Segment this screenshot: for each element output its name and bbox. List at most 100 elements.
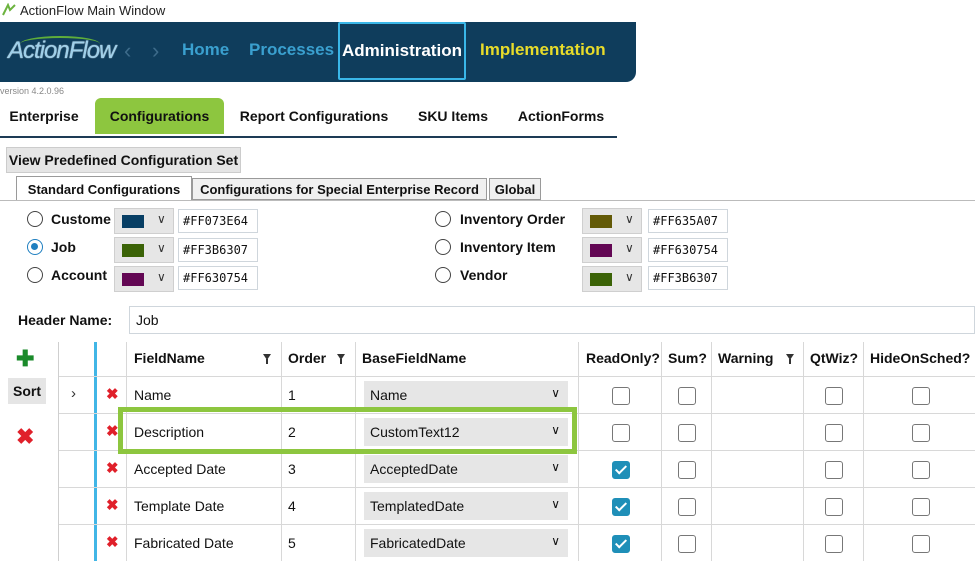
label-custome: Custome: [51, 211, 111, 227]
sum-checkbox[interactable]: [678, 461, 696, 479]
basefieldname-select[interactable]: FabricatedDate ∨: [364, 529, 568, 557]
forward-arrow-icon[interactable]: ›: [152, 38, 159, 64]
window-title: ActionFlow Main Window: [20, 3, 166, 18]
back-arrow-icon[interactable]: ‹: [124, 38, 131, 64]
cell-fieldname[interactable]: Template Date: [134, 498, 224, 514]
sum-checkbox[interactable]: [678, 498, 696, 516]
sort-button[interactable]: Sort: [8, 378, 46, 404]
hideonsched-checkbox[interactable]: [912, 535, 930, 553]
col-header-fieldname[interactable]: FieldName: [134, 350, 205, 366]
nav-administration[interactable]: Administration: [338, 22, 466, 80]
basefieldname-select[interactable]: AcceptedDate ∨: [364, 455, 568, 483]
cell-fieldname[interactable]: Accepted Date: [134, 461, 226, 477]
readonly-checkbox[interactable]: [612, 387, 630, 405]
view-predefined-config-button[interactable]: View Predefined Configuration Set: [6, 147, 241, 173]
hex-field-inventory-order[interactable]: #FF635A07: [648, 209, 728, 233]
hex-field-custome[interactable]: #FF073E64: [178, 209, 258, 233]
chevron-down-icon: ∨: [551, 534, 560, 548]
table-row[interactable]: ✖ Accepted Date 3 AcceptedDate ∨: [59, 450, 975, 488]
radio-vendor[interactable]: [435, 267, 451, 283]
qtwiz-checkbox[interactable]: [825, 424, 843, 442]
hex-field-account[interactable]: #FF630754: [178, 266, 258, 290]
basefieldname-select[interactable]: TemplatedDate ∨: [364, 492, 568, 520]
hideonsched-checkbox[interactable]: [912, 461, 930, 479]
header-name-label: Header Name:: [18, 312, 113, 328]
radio-custome[interactable]: [27, 211, 43, 227]
chevron-right-icon[interactable]: ›: [71, 385, 76, 402]
col-header-basefieldname[interactable]: BaseFieldName: [362, 350, 466, 366]
delete-icon[interactable]: ✖: [16, 424, 34, 450]
cell-fieldname[interactable]: Name: [134, 387, 171, 403]
hideonsched-checkbox[interactable]: [912, 424, 930, 442]
qtwiz-checkbox[interactable]: [825, 461, 843, 479]
delete-row-icon[interactable]: ✖: [106, 422, 119, 440]
color-picker-job[interactable]: ∨: [114, 237, 174, 263]
header-name-input[interactable]: Job: [129, 306, 975, 334]
label-inventory-order: Inventory Order: [460, 211, 566, 227]
filter-icon[interactable]: [337, 354, 345, 364]
tab-special-enterprise-record[interactable]: Configurations for Special Enterprise Re…: [192, 178, 487, 200]
cell-order[interactable]: 1: [288, 387, 296, 403]
table-row[interactable]: ✖ Template Date 4 TemplatedDate ∨: [59, 487, 975, 525]
qtwiz-checkbox[interactable]: [825, 387, 843, 405]
col-header-hideonsched[interactable]: HideOnSched?: [870, 350, 970, 366]
chevron-down-icon: ∨: [157, 241, 166, 255]
color-swatch: [590, 215, 612, 228]
tab-report-configurations[interactable]: Report Configurations: [232, 98, 396, 134]
hideonsched-checkbox[interactable]: [912, 387, 930, 405]
delete-row-icon[interactable]: ✖: [106, 533, 119, 551]
color-picker-inventory-item[interactable]: ∨: [582, 237, 642, 263]
radio-inventory-item[interactable]: [435, 239, 451, 255]
hex-field-job[interactable]: #FF3B6307: [178, 238, 258, 262]
chevron-down-icon: ∨: [551, 497, 560, 511]
table-row[interactable]: ✖ Fabricated Date 5 FabricatedDate ∨: [59, 524, 975, 562]
tab-sku-items[interactable]: SKU Items: [406, 98, 500, 134]
basefieldname-value: Name: [370, 387, 408, 403]
tab-standard-configurations[interactable]: Standard Configurations: [16, 176, 192, 201]
tab-actionforms[interactable]: ActionForms: [508, 98, 614, 134]
hex-field-vendor[interactable]: #FF3B6307: [648, 266, 728, 290]
sum-checkbox[interactable]: [678, 535, 696, 553]
tab-configurations[interactable]: Configurations: [95, 98, 224, 134]
filter-icon[interactable]: [786, 354, 794, 364]
nav-implementation[interactable]: Implementation: [480, 40, 606, 60]
filter-icon[interactable]: [263, 354, 271, 364]
delete-row-icon[interactable]: ✖: [106, 496, 119, 514]
readonly-checkbox[interactable]: [612, 461, 630, 479]
readonly-checkbox[interactable]: [612, 498, 630, 516]
color-picker-vendor[interactable]: ∨: [582, 266, 642, 292]
col-header-order[interactable]: Order: [288, 350, 326, 366]
delete-row-icon[interactable]: ✖: [106, 385, 119, 403]
hideonsched-checkbox[interactable]: [912, 498, 930, 516]
nav-home[interactable]: Home: [182, 40, 229, 60]
readonly-checkbox[interactable]: [612, 535, 630, 553]
delete-row-icon[interactable]: ✖: [106, 459, 119, 477]
tab-global[interactable]: Global: [489, 178, 541, 200]
sum-checkbox[interactable]: [678, 424, 696, 442]
add-row-icon[interactable]: ✚: [16, 346, 34, 372]
version-label: version 4.2.0.96: [0, 86, 65, 96]
col-header-readonly[interactable]: ReadOnly?: [586, 350, 660, 366]
color-picker-inventory-order[interactable]: ∨: [582, 208, 642, 234]
cell-fieldname[interactable]: Fabricated Date: [134, 535, 234, 551]
col-header-warning[interactable]: Warning: [718, 350, 773, 366]
radio-job[interactable]: [27, 239, 43, 255]
hex-field-inventory-item[interactable]: #FF630754: [648, 238, 728, 262]
cell-order[interactable]: 5: [288, 535, 296, 551]
col-header-sum[interactable]: Sum?: [668, 350, 707, 366]
cell-order[interactable]: 3: [288, 461, 296, 477]
readonly-checkbox[interactable]: [612, 424, 630, 442]
color-picker-custome[interactable]: ∨: [114, 208, 174, 234]
qtwiz-checkbox[interactable]: [825, 498, 843, 516]
col-header-qtwiz[interactable]: QtWiz?: [810, 350, 858, 366]
color-picker-account[interactable]: ∨: [114, 266, 174, 292]
basefieldname-select[interactable]: Name ∨: [364, 381, 568, 409]
qtwiz-checkbox[interactable]: [825, 535, 843, 553]
nav-processes[interactable]: Processes: [249, 40, 334, 60]
sum-checkbox[interactable]: [678, 387, 696, 405]
tab-enterprise[interactable]: Enterprise: [0, 98, 88, 134]
highlight-box: [118, 407, 577, 454]
cell-order[interactable]: 4: [288, 498, 296, 514]
radio-account[interactable]: [27, 267, 43, 283]
radio-inventory-order[interactable]: [435, 211, 451, 227]
